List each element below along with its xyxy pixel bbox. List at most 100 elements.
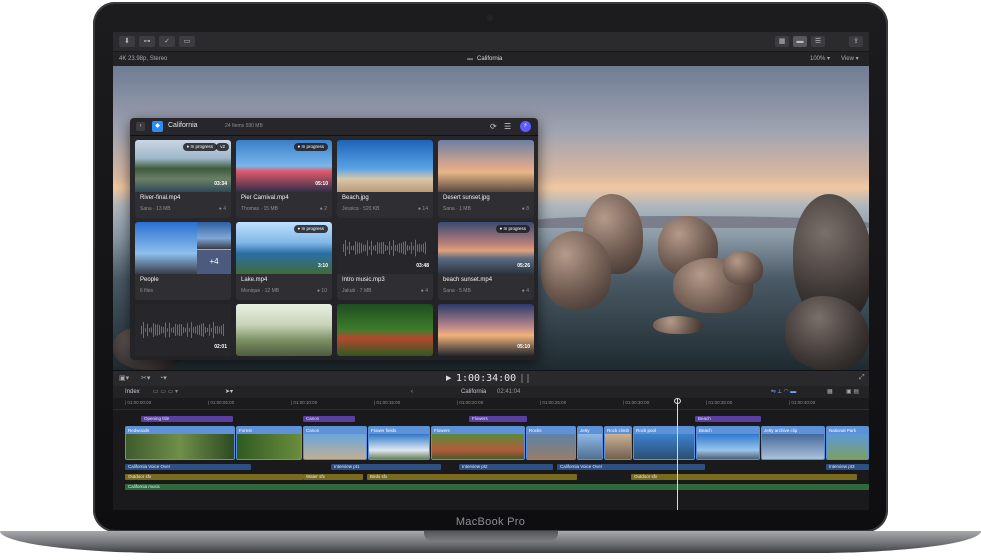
tools-icon[interactable]: ✂▾ (141, 374, 150, 382)
photo-card[interactable]: 05:10 (438, 304, 534, 356)
view-menu[interactable]: View ▾ (841, 52, 859, 66)
clip-label: Rock pool (634, 427, 694, 434)
photo-card[interactable]: +4 People 6 files (135, 222, 231, 300)
photo-card[interactable]: ● In progress 05:26 beach sunset.mp4 Sana ·… (438, 222, 534, 300)
video-clip[interactable]: Beach (696, 426, 760, 460)
video-clip[interactable]: Flower fields (368, 426, 430, 460)
photo-card[interactable]: ● In progress 3:10 Lake.mp4 Monique · 12 MB… (236, 222, 332, 300)
library-button[interactable]: ▭ (179, 36, 195, 47)
retiming-icon[interactable]: ◔▾ (159, 374, 167, 382)
photo-meta: Sana · 5 MB (443, 288, 471, 294)
index-button[interactable]: Index (125, 386, 140, 398)
share-button[interactable]: ⇪ (849, 36, 863, 47)
video-clip[interactable]: Redwoods (125, 426, 235, 460)
timeline-ruler[interactable]: | 01:00:00:00 | 01:00:05:00 | 01:00:10:00 |… (113, 398, 869, 410)
playhead[interactable] (677, 398, 678, 510)
photo-meta: Jakub · 7 MB (342, 288, 372, 294)
video-clip[interactable]: Rock pool (633, 426, 695, 460)
snapping-icon[interactable]: ▦ (827, 386, 833, 398)
photo-name: Beach.jpg (342, 195, 369, 201)
video-clip[interactable]: Canon (303, 426, 367, 460)
audio-clip[interactable]: Birds sfx (367, 474, 577, 480)
photo-card[interactable]: ● In progress v2 03:34 River-final.mp4 Sana … (135, 140, 231, 218)
photo-card[interactable]: 03:48 Intro music.mp3 Jakub · 7 MB ● 4 (337, 222, 433, 300)
photo-meta: Jessica · 520 KB (342, 206, 380, 212)
album-meta: 24 Items 590 MB (225, 123, 263, 129)
edit-buttons-icon[interactable]: ▭ ▭ ▭ ▾ (153, 386, 178, 398)
share-icon[interactable]: ⚡ (520, 121, 531, 132)
photo-card[interactable]: Beach.jpg Jessica · 520 KB ● 14 (337, 140, 433, 218)
import-button[interactable]: ⬇ (119, 36, 135, 47)
audio-clip[interactable]: California Voice Over (557, 464, 705, 470)
clip-label: National Park (827, 427, 868, 434)
browser-toggle-button[interactable]: ▦ (775, 36, 789, 47)
album-icon: ◆ (152, 121, 163, 132)
connected-title-clip[interactable]: Canon (303, 416, 355, 422)
clip-filmstrip (432, 434, 524, 459)
audio-clip[interactable]: California Voice Over (125, 464, 251, 470)
photo-name: River-final.mp4 (140, 195, 181, 201)
history-back-icon[interactable]: ‹ (411, 386, 413, 398)
zoom-popup[interactable]: 100% ▾ (810, 52, 830, 66)
connected-title-clip[interactable]: Beach (695, 416, 761, 422)
audio-clip[interactable]: Interview pt2 (459, 464, 553, 470)
audio-clip[interactable]: Interview pt1 (331, 464, 441, 470)
timeline-duration: 02:41:04 (497, 389, 521, 395)
audio-clip[interactable]: Interview pt3 (826, 464, 869, 470)
back-button[interactable]: ‹ (136, 122, 145, 131)
list-view-icon[interactable]: ☰ (504, 122, 511, 131)
connected-title-clip[interactable]: Flowers (469, 416, 527, 422)
photo-card[interactable]: ● In progress 05:10 Pier Carnival.mp4 Thoma… (236, 140, 332, 218)
photo-card[interactable] (236, 304, 332, 356)
keywords-button[interactable]: ⊶ (139, 36, 155, 47)
photo-name: Pier Carnival.mp4 (241, 195, 289, 201)
photo-card[interactable] (337, 304, 433, 356)
video-clip[interactable]: Rock climb (604, 426, 632, 460)
clip-filmstrip (827, 434, 868, 459)
effects-browser-icon[interactable]: ▣ ▤ (846, 386, 859, 398)
video-clip[interactable]: National Park (826, 426, 869, 460)
rock (723, 251, 763, 285)
photo-card[interactable]: 02:01 (135, 304, 231, 356)
playhead-handle[interactable] (674, 398, 681, 404)
audio-meter-icon (521, 374, 529, 383)
clip-label: Flowers (432, 427, 524, 434)
base-notch (424, 531, 558, 541)
background-tasks-button[interactable]: ✓ (159, 36, 175, 47)
screen: ⬇ ⊶ ✓ ▭ ▦ ▬ ☰ ⇪ 4K 23.98p, Stereo ▬ Cali… (113, 32, 869, 510)
timeline-toggle-button[interactable]: ▬ (793, 36, 807, 47)
video-clip[interactable]: Rocks (526, 426, 576, 460)
video-clip[interactable]: Forest (236, 426, 302, 460)
timeline-project-name: California (461, 389, 487, 395)
in-progress-badge: ● In progress (182, 143, 217, 151)
refresh-icon[interactable]: ⟳ (490, 122, 497, 131)
photo-thumbnail (337, 140, 433, 192)
audio-clip[interactable]: Water sfx (303, 474, 363, 480)
audio-clip[interactable]: Outdoor sfx (631, 474, 857, 480)
macbook: ⬇ ⊶ ✓ ▭ ▦ ▬ ☰ ⇪ 4K 23.98p, Stereo ▬ Cali… (0, 0, 981, 560)
audio-clip[interactable]: California music (125, 484, 869, 490)
fullscreen-icon[interactable]: ⤢ (859, 374, 865, 382)
duration-label: 3:10 (317, 263, 328, 269)
play-icon[interactable]: ▶ (446, 374, 451, 382)
video-clip[interactable]: Jetty archive clip (761, 426, 825, 460)
clip-appearance-icon[interactable]: ▣▾ (119, 374, 129, 382)
audio-clip[interactable]: Outdoor sfx (125, 474, 303, 480)
photo-meta: Thomas · 15 MB (241, 206, 278, 212)
connected-title-clip[interactable]: Opening title (141, 416, 233, 422)
photo-card[interactable]: Desert sunset.jpg Sana · 1 MB ● 8 (438, 140, 534, 218)
timecode-display[interactable]: 1:00:34:00 (456, 373, 516, 384)
timeline-tracks[interactable]: Opening title Canon Flowers Beach Redwoods Fo… (113, 410, 869, 510)
clip-label: Beach (697, 427, 759, 434)
photo-thumbnail (197, 222, 231, 249)
skimming-icon[interactable]: ⇋ ⟂ ◠ ▬ (771, 386, 796, 398)
clip-label: Flower fields (369, 427, 429, 434)
ruler-tick-label: | 01:00:20:00 (457, 400, 484, 405)
comment-count: ● 8 (521, 206, 529, 212)
video-viewer[interactable]: ‹ ◆ California 24 Items 590 MB ⟳ ☰ ⚡ ● I… (113, 66, 869, 370)
select-tool-icon[interactable]: ➤▾ (225, 386, 233, 398)
inspector-toggle-button[interactable]: ☰ (811, 36, 825, 47)
comment-count: ● 10 (317, 288, 327, 294)
video-clip[interactable]: Jetty (577, 426, 603, 460)
video-clip[interactable]: Flowers (431, 426, 525, 460)
